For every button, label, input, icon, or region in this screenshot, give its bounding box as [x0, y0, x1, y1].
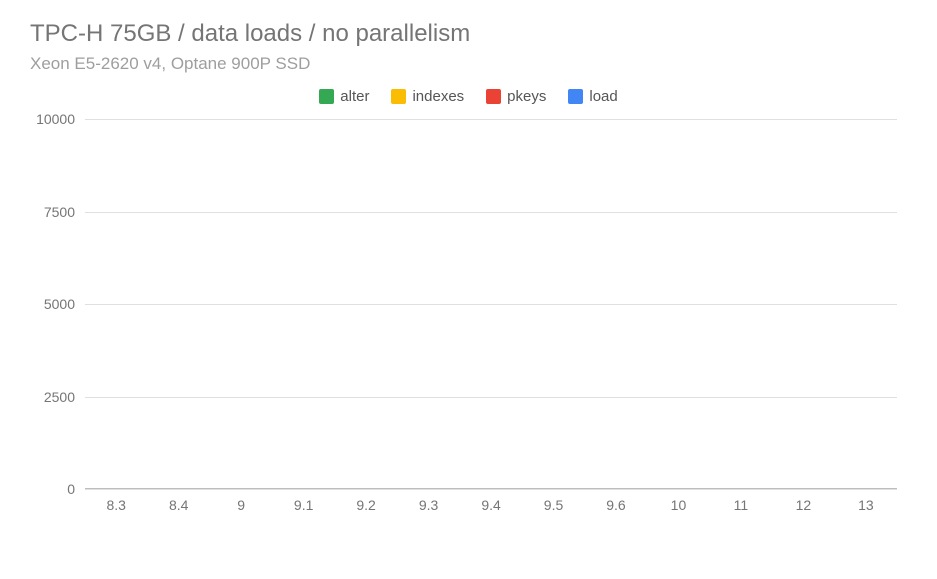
- bar-slot: [522, 119, 584, 488]
- x-tick-label: 9.1: [272, 497, 334, 513]
- bar-slot: [585, 119, 647, 488]
- legend-item-load: load: [568, 88, 617, 105]
- bar-slot: [710, 119, 772, 488]
- bar-slot: [397, 119, 459, 488]
- bar-slot: [647, 119, 709, 488]
- y-tick-label: 5000: [30, 296, 75, 312]
- x-tick-label: 12: [772, 497, 834, 513]
- bar-slot: [85, 119, 147, 488]
- swatch-pkeys: [486, 89, 501, 104]
- bar-slot: [772, 119, 834, 488]
- legend-label-indexes: indexes: [412, 88, 464, 105]
- legend-item-pkeys: pkeys: [486, 88, 546, 105]
- swatch-load: [568, 89, 583, 104]
- y-tick-label: 10000: [30, 111, 75, 127]
- swatch-alter: [319, 89, 334, 104]
- bar-slot: [835, 119, 897, 488]
- plot-area: 025005000750010000: [85, 119, 897, 489]
- chart-title: TPC-H 75GB / data loads / no parallelism: [30, 20, 907, 48]
- y-tick-label: 0: [30, 481, 75, 497]
- bar-slot: [210, 119, 272, 488]
- x-tick-label: 9: [210, 497, 272, 513]
- swatch-indexes: [391, 89, 406, 104]
- legend-label-load: load: [589, 88, 617, 105]
- x-tick-label: 8.4: [147, 497, 209, 513]
- x-tick-label: 9.4: [460, 497, 522, 513]
- x-tick-label: 9.5: [522, 497, 584, 513]
- x-tick-label: 9.6: [585, 497, 647, 513]
- bars-container: [85, 119, 897, 489]
- legend: alter indexes pkeys load: [30, 88, 907, 105]
- x-tick-label: 13: [835, 497, 897, 513]
- bar-slot: [460, 119, 522, 488]
- bar-slot: [147, 119, 209, 488]
- x-tick-label: 10: [647, 497, 709, 513]
- y-tick-label: 7500: [30, 204, 75, 220]
- x-tick-label: 11: [710, 497, 772, 513]
- bar-slot: [272, 119, 334, 488]
- x-tick-label: 9.3: [397, 497, 459, 513]
- y-tick-label: 2500: [30, 389, 75, 405]
- x-tick-label: 9.2: [335, 497, 397, 513]
- legend-item-indexes: indexes: [391, 88, 464, 105]
- legend-label-pkeys: pkeys: [507, 88, 546, 105]
- x-tick-label: 8.3: [85, 497, 147, 513]
- x-axis-labels: 8.38.499.19.29.39.49.59.610111213: [85, 497, 897, 513]
- gridline: [85, 489, 897, 490]
- legend-item-alter: alter: [319, 88, 369, 105]
- bar-slot: [335, 119, 397, 488]
- chart-subtitle: Xeon E5-2620 v4, Optane 900P SSD: [30, 54, 907, 74]
- legend-label-alter: alter: [340, 88, 369, 105]
